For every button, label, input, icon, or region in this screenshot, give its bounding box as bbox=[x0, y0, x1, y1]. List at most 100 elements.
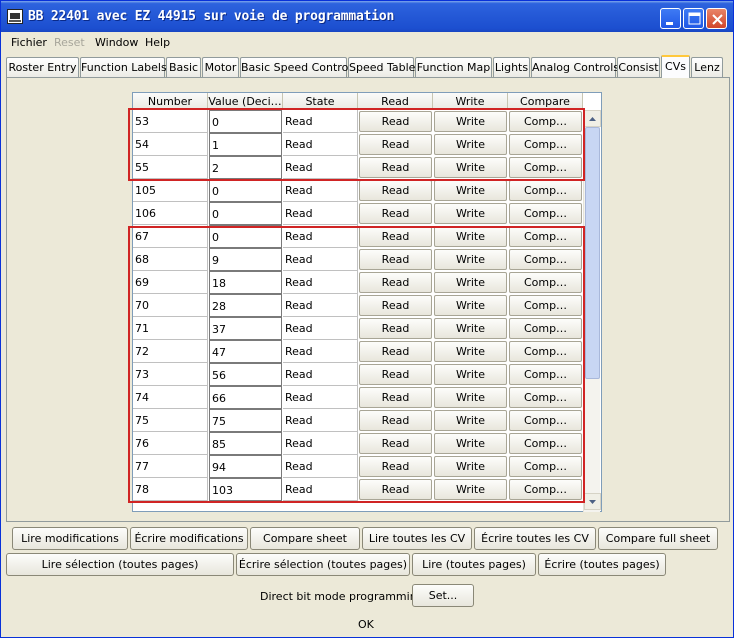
menu-help[interactable]: Help bbox=[145, 36, 170, 49]
ecrire-modifications-button[interactable]: Écrire modifications bbox=[130, 527, 248, 550]
cv-value-field[interactable]: 28 bbox=[209, 294, 282, 317]
close-button[interactable] bbox=[706, 8, 727, 29]
compare-button[interactable]: Comp… bbox=[509, 134, 582, 155]
read-button[interactable]: Read bbox=[359, 272, 432, 293]
read-button[interactable]: Read bbox=[359, 180, 432, 201]
read-button[interactable]: Read bbox=[359, 111, 432, 132]
compare-full-sheet-button[interactable]: Compare full sheet bbox=[598, 527, 718, 550]
write-button[interactable]: Write bbox=[434, 226, 507, 247]
cv-value-field[interactable]: 37 bbox=[209, 317, 282, 340]
compare-button[interactable]: Comp… bbox=[509, 157, 582, 178]
compare-button[interactable]: Comp… bbox=[509, 295, 582, 316]
lire-toutes-cv-button[interactable]: Lire toutes les CV bbox=[362, 527, 472, 550]
write-button[interactable]: Write bbox=[434, 180, 507, 201]
cv-value-field[interactable]: 9 bbox=[209, 248, 282, 271]
menu-fichier[interactable]: Fichier bbox=[11, 36, 47, 49]
write-button[interactable]: Write bbox=[434, 341, 507, 362]
write-button[interactable]: Write bbox=[434, 456, 507, 477]
menu-window[interactable]: Window bbox=[95, 36, 138, 49]
cv-value-field[interactable]: 47 bbox=[209, 340, 282, 363]
cv-value-field[interactable]: 0 bbox=[209, 202, 282, 225]
read-button[interactable]: Read bbox=[359, 364, 432, 385]
tab-lights[interactable]: Lights bbox=[493, 57, 530, 77]
read-button[interactable]: Read bbox=[359, 341, 432, 362]
write-button[interactable]: Write bbox=[434, 410, 507, 431]
compare-button[interactable]: Comp… bbox=[509, 341, 582, 362]
read-button[interactable]: Read bbox=[359, 134, 432, 155]
scroll-thumb[interactable] bbox=[585, 127, 600, 379]
compare-button[interactable]: Comp… bbox=[509, 249, 582, 270]
compare-button[interactable]: Comp… bbox=[509, 433, 582, 454]
scroll-down-button[interactable] bbox=[584, 493, 601, 510]
scroll-up-button[interactable] bbox=[584, 110, 601, 127]
lire-modifications-button[interactable]: Lire modifications bbox=[12, 527, 128, 550]
maximize-button[interactable] bbox=[683, 8, 704, 29]
compare-button[interactable]: Comp… bbox=[509, 226, 582, 247]
tab-speed-table[interactable]: Speed Table bbox=[348, 57, 415, 77]
cv-value-field[interactable]: 18 bbox=[209, 271, 282, 294]
vertical-scrollbar[interactable] bbox=[583, 110, 601, 512]
compare-button[interactable]: Comp… bbox=[509, 364, 582, 385]
compare-button[interactable]: Comp… bbox=[509, 180, 582, 201]
compare-button[interactable]: Comp… bbox=[509, 111, 582, 132]
read-button[interactable]: Read bbox=[359, 295, 432, 316]
cv-value-field[interactable]: 2 bbox=[209, 156, 282, 179]
set-button[interactable]: Set... bbox=[412, 584, 474, 607]
tab-cvs[interactable]: CVs bbox=[661, 55, 690, 78]
title-bar[interactable]: BB 22401 avec EZ 44915 sur voie de progr… bbox=[1, 1, 733, 32]
column-header-compare[interactable]: Compare bbox=[508, 93, 583, 110]
cv-value-field[interactable]: 94 bbox=[209, 455, 282, 478]
cv-value-field[interactable]: 0 bbox=[209, 225, 282, 248]
minimize-button[interactable] bbox=[660, 8, 681, 29]
write-button[interactable]: Write bbox=[434, 249, 507, 270]
read-button[interactable]: Read bbox=[359, 410, 432, 431]
ecrire-toutes-cv-button[interactable]: Écrire toutes les CV bbox=[474, 527, 596, 550]
write-button[interactable]: Write bbox=[434, 433, 507, 454]
column-header-write[interactable]: Write bbox=[433, 93, 508, 110]
tab-lenz[interactable]: Lenz bbox=[691, 57, 723, 77]
cv-value-field[interactable]: 0 bbox=[209, 179, 282, 202]
read-button[interactable]: Read bbox=[359, 318, 432, 339]
compare-button[interactable]: Comp… bbox=[509, 203, 582, 224]
tab-motor[interactable]: Motor bbox=[202, 57, 239, 77]
cv-value-field[interactable]: 85 bbox=[209, 432, 282, 455]
tab-function-labels[interactable]: Function Labels bbox=[80, 57, 167, 77]
read-button[interactable]: Read bbox=[359, 157, 432, 178]
read-button[interactable]: Read bbox=[359, 226, 432, 247]
tab-basic[interactable]: Basic bbox=[166, 57, 201, 77]
tab-basic-speed-control[interactable]: Basic Speed Control bbox=[240, 57, 351, 77]
menu-reset[interactable]: Reset bbox=[54, 36, 85, 49]
cv-value-field[interactable]: 103 bbox=[209, 478, 282, 501]
cv-value-field[interactable]: 66 bbox=[209, 386, 282, 409]
cv-value-field[interactable]: 1 bbox=[209, 133, 282, 156]
write-button[interactable]: Write bbox=[434, 203, 507, 224]
column-header-state[interactable]: State bbox=[283, 93, 358, 110]
compare-button[interactable]: Comp… bbox=[509, 479, 582, 500]
write-button[interactable]: Write bbox=[434, 157, 507, 178]
compare-button[interactable]: Comp… bbox=[509, 318, 582, 339]
tab-function-map[interactable]: Function Map bbox=[415, 57, 492, 77]
column-header-value[interactable]: Value (Deci… bbox=[208, 93, 283, 110]
write-button[interactable]: Write bbox=[434, 134, 507, 155]
compare-button[interactable]: Comp… bbox=[509, 456, 582, 477]
compare-button[interactable]: Comp… bbox=[509, 272, 582, 293]
read-button[interactable]: Read bbox=[359, 387, 432, 408]
read-button[interactable]: Read bbox=[359, 479, 432, 500]
cv-value-field[interactable]: 0 bbox=[209, 110, 282, 133]
compare-button[interactable]: Comp… bbox=[509, 410, 582, 431]
write-button[interactable]: Write bbox=[434, 479, 507, 500]
read-button[interactable]: Read bbox=[359, 433, 432, 454]
write-button[interactable]: Write bbox=[434, 364, 507, 385]
tab-analog-controls[interactable]: Analog Controls bbox=[531, 57, 619, 77]
compare-sheet-button[interactable]: Compare sheet bbox=[250, 527, 360, 550]
read-button[interactable]: Read bbox=[359, 456, 432, 477]
tab-consist[interactable]: Consist bbox=[617, 57, 660, 77]
tab-roster-entry[interactable]: Roster Entry bbox=[6, 57, 79, 77]
lire-toutes-pages-button[interactable]: Lire (toutes pages) bbox=[412, 553, 536, 576]
lire-selection-button[interactable]: Lire sélection (toutes pages) bbox=[6, 553, 234, 576]
write-button[interactable]: Write bbox=[434, 318, 507, 339]
write-button[interactable]: Write bbox=[434, 111, 507, 132]
read-button[interactable]: Read bbox=[359, 203, 432, 224]
column-header-read[interactable]: Read bbox=[358, 93, 433, 110]
compare-button[interactable]: Comp… bbox=[509, 387, 582, 408]
